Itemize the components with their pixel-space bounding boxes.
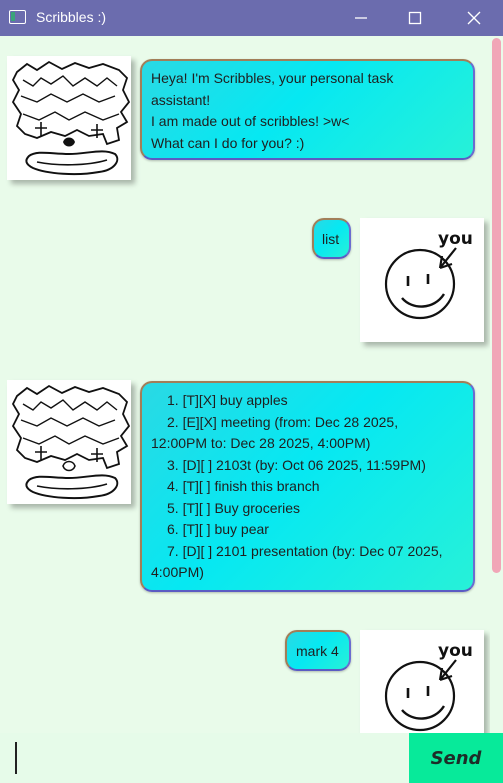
task-item: 3. [D][ ] 2103t (by: Oct 06 2025, 11:59P… [167, 456, 426, 473]
task-item-continued: 12:00PM to: Dec 28 2025, 4:00PM) [151, 435, 371, 451]
minimize-button[interactable] [338, 0, 384, 36]
user-message-bubble: mark 4 [285, 630, 351, 671]
scribbles-face-icon [11, 60, 131, 176]
scribbles-avatar [7, 56, 131, 180]
user-avatar: you [360, 630, 484, 733]
input-bar: Send [0, 733, 503, 783]
task-item: 2. [E][X] meeting (from: Dec 28 2025, [167, 413, 399, 430]
chat-scroll-area[interactable]: Heya! I'm Scribbles, your personal task … [0, 36, 490, 733]
scribbles-avatar [7, 380, 131, 504]
close-icon [467, 11, 481, 25]
you-smiley-icon: you [384, 229, 473, 320]
scribbles-face-icon [11, 384, 131, 500]
task-item: 4. [T][ ] finish this branch [167, 478, 320, 494]
user-message-bubble: list [312, 218, 351, 259]
you-smiley-icon: you [384, 641, 473, 732]
text-caret [15, 742, 17, 774]
message-line: Heya! I'm Scribbles, your personal task [151, 70, 394, 86]
task-item-continued: 4:00PM) [151, 564, 204, 580]
send-button[interactable]: Send [409, 733, 503, 783]
message-line: I am made out of scribbles! >w< [151, 113, 350, 129]
task-item: 1. [T][X] buy apples [167, 392, 288, 408]
message-text: mark 4 [296, 643, 339, 659]
window-title: Scribbles :) [36, 9, 107, 25]
maximize-icon [408, 11, 422, 25]
message-line: What can I do for you? :) [151, 134, 305, 151]
task-item: 6. [T][ ] buy pear [167, 521, 269, 537]
user-avatar: you [360, 218, 484, 342]
scrollbar-thumb[interactable] [492, 38, 501, 573]
bot-message-bubble: Heya! I'm Scribbles, your personal task … [140, 59, 475, 160]
minimize-icon [355, 17, 367, 19]
maximize-button[interactable] [392, 0, 438, 36]
message-input[interactable] [0, 733, 407, 783]
close-button[interactable] [451, 0, 497, 36]
task-item: 7. [D][ ] 2101 presentation (by: Dec 07 … [167, 542, 443, 559]
you-label: you [438, 229, 473, 249]
title-bar: Scribbles :) [0, 0, 503, 36]
message-line: assistant! [151, 91, 211, 108]
app-icon [9, 10, 26, 24]
message-text: list [322, 231, 340, 247]
task-item: 5. [T][ ] Buy groceries [167, 499, 301, 516]
bot-message-bubble: 1. [T][X] buy apples 2. [E][X] meeting (… [140, 381, 475, 592]
you-label: you [438, 641, 473, 661]
